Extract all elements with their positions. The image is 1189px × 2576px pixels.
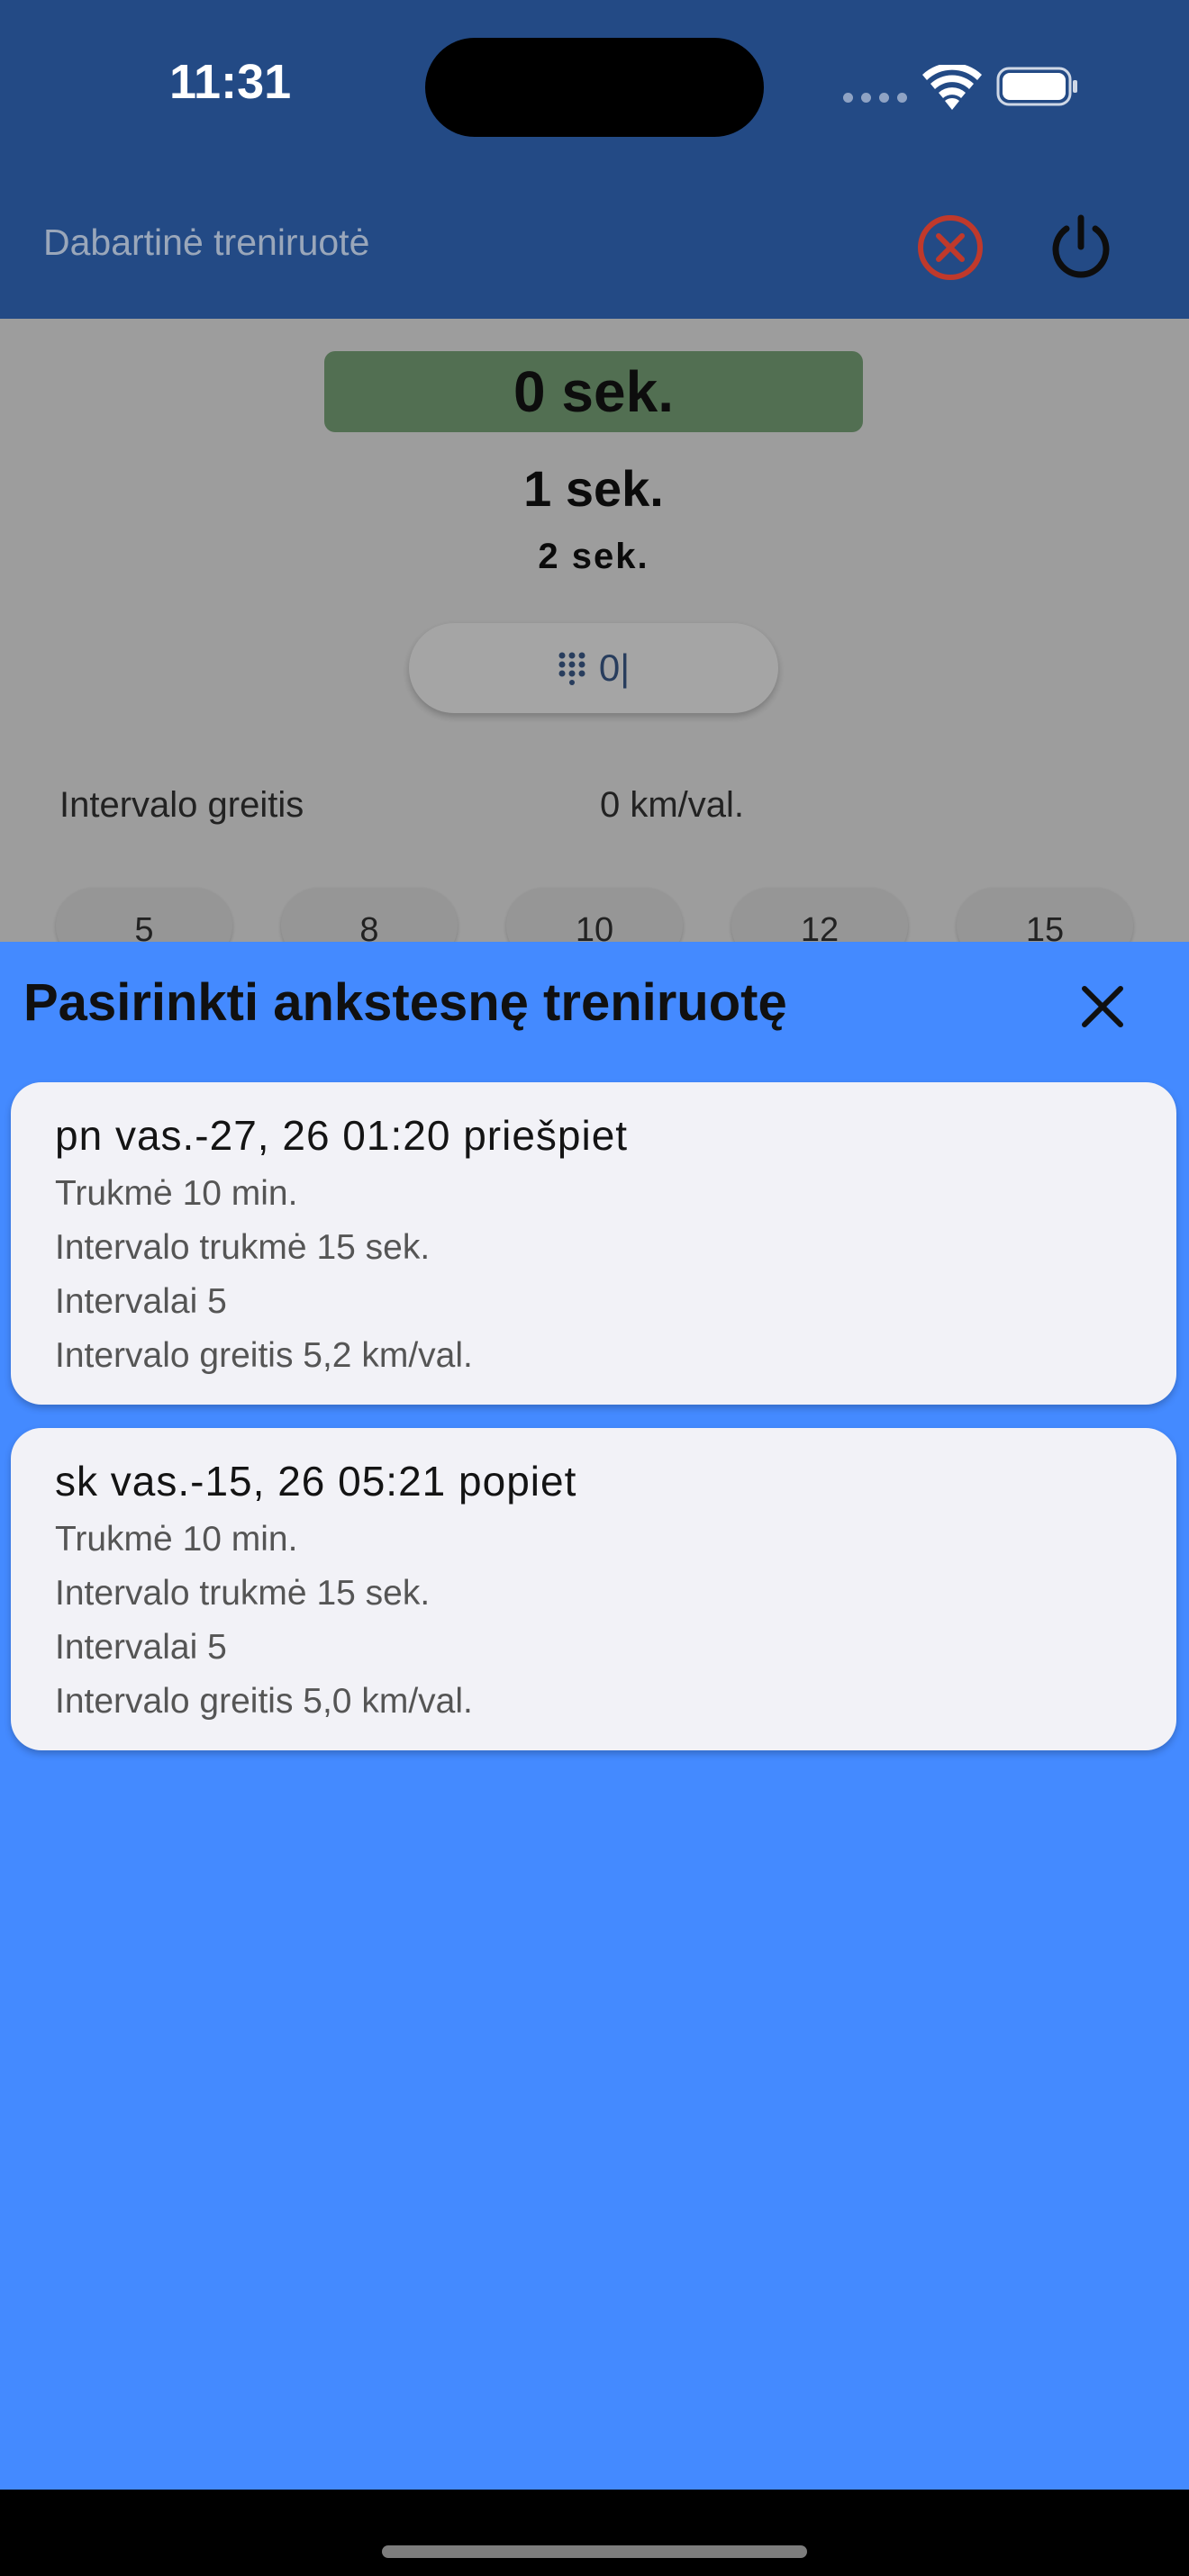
workout-duration: Trukmė 10 min. <box>55 1174 298 1213</box>
cancel-circle-icon[interactable] <box>915 212 985 283</box>
workout-card-title: sk vas.-15, 26 05:21 popiet <box>55 1458 577 1505</box>
workout-card[interactable]: pn vas.-27, 26 01:20 priešpiet Trukmė 10… <box>11 1082 1176 1405</box>
modal-scrim[interactable] <box>0 319 1189 942</box>
battery-icon <box>996 67 1077 106</box>
sheet-title: Pasirinkti ankstesnę treniruotę <box>23 973 787 1032</box>
dynamic-island <box>425 38 764 137</box>
interval-speed: Intervalo greitis 5,2 km/val. <box>55 1336 473 1375</box>
home-indicator[interactable] <box>382 2545 807 2558</box>
cellular-signal-icon <box>843 93 907 103</box>
power-icon[interactable] <box>1045 211 1117 283</box>
interval-duration: Intervalo trukmė 15 sek. <box>55 1574 431 1613</box>
home-bar-area <box>0 2490 1189 2576</box>
workout-card[interactable]: sk vas.-15, 26 05:21 popiet Trukmė 10 mi… <box>11 1428 1176 1750</box>
workout-card-title: pn vas.-27, 26 01:20 priešpiet <box>55 1112 629 1159</box>
interval-speed: Intervalo greitis 5,0 km/val. <box>55 1682 473 1721</box>
screen-title: Dabartinė treniruotė <box>43 221 370 263</box>
interval-count: Intervalai 5 <box>55 1282 227 1321</box>
interval-duration: Intervalo trukmė 15 sek. <box>55 1228 431 1267</box>
workout-duration: Trukmė 10 min. <box>55 1520 298 1559</box>
status-time: 11:31 <box>169 55 292 109</box>
close-icon[interactable] <box>1077 981 1128 1032</box>
wifi-icon <box>922 65 982 110</box>
interval-count: Intervalai 5 <box>55 1628 227 1667</box>
